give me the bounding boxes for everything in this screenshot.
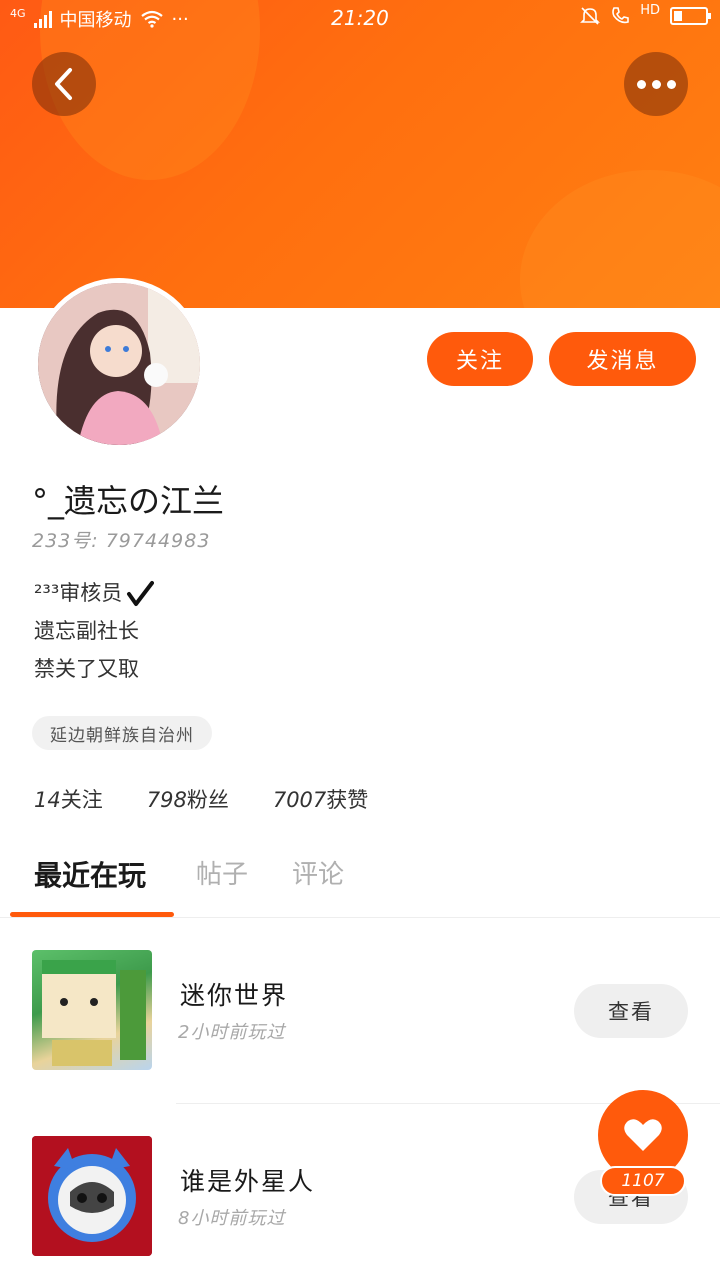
bio-line: ²³³审核员: [34, 574, 155, 612]
region-tag: 延边朝鲜族自治州: [32, 716, 212, 750]
following-stat[interactable]: 14关注: [34, 784, 103, 814]
user-stats: 14关注 798粉丝 7007获赞: [34, 784, 368, 814]
game-icon: [32, 1136, 152, 1256]
game-artwork: [42, 960, 146, 1066]
banner-decoration: [520, 170, 720, 308]
chevron-left-icon: [55, 68, 72, 100]
game-last-played: 8小时前玩过: [178, 1208, 286, 1229]
game-title: 迷你世界: [180, 981, 289, 1010]
bio-line: 禁关了又取: [34, 657, 139, 681]
like-count: 1107: [600, 1166, 686, 1196]
list-item[interactable]: 迷你世界 2小时前玩过 查看: [0, 936, 720, 1086]
game-artwork: [32, 1136, 152, 1256]
tab-recently-played[interactable]: 最近在玩: [34, 854, 146, 894]
game-title: 谁是外星人: [180, 1167, 316, 1196]
hd-badge: HD: [640, 2, 660, 18]
more-options-button[interactable]: [624, 52, 688, 116]
likes-count: 7007: [272, 788, 327, 812]
user-bio: ²³³审核员 遗忘副社长 禁关了又取: [34, 574, 155, 688]
back-button[interactable]: [32, 52, 96, 116]
followers-label: 粉丝: [186, 788, 229, 812]
avatar-image: [38, 283, 200, 445]
following-count: 14: [34, 788, 61, 812]
user-avatar[interactable]: [33, 278, 205, 450]
followers-count: 798: [146, 788, 187, 812]
profile-tabs: 最近在玩 帖子 评论: [0, 846, 720, 918]
avatar-illustration: [38, 283, 200, 445]
follow-button[interactable]: 关注: [427, 332, 533, 386]
more-dots-icon: [636, 79, 676, 89]
likes-label: 获赞: [326, 788, 369, 812]
bio-text: ²³³审核员: [34, 581, 123, 605]
checkmark-icon: [127, 581, 155, 606]
followers-stat[interactable]: 798粉丝: [147, 784, 229, 814]
status-right: HD: [580, 2, 711, 26]
status-bar: 4G 中国移动 ··· 21:20 HD: [0, 0, 720, 36]
user-id: 233号: 79744983: [32, 530, 211, 552]
battery-icon: [670, 7, 711, 25]
likes-stat[interactable]: 7007获赞: [273, 784, 368, 814]
username: °_遗忘の江兰: [32, 482, 225, 520]
profile-header-banner: 4G 中国移动 ··· 21:20 HD: [0, 0, 720, 308]
heart-icon: [624, 1119, 662, 1151]
call-icon: [612, 7, 630, 24]
mute-bell-icon: [580, 7, 601, 25]
game-icon: [32, 950, 152, 1070]
following-label: 关注: [60, 788, 103, 812]
send-message-button[interactable]: 发消息: [549, 332, 696, 386]
bio-line: 遗忘副社长: [34, 619, 139, 643]
game-last-played: 2小时前玩过: [178, 1022, 286, 1043]
view-button[interactable]: 查看: [574, 984, 688, 1038]
tab-comments[interactable]: 评论: [292, 854, 344, 891]
tab-posts[interactable]: 帖子: [196, 854, 248, 891]
active-tab-indicator: [10, 912, 174, 917]
